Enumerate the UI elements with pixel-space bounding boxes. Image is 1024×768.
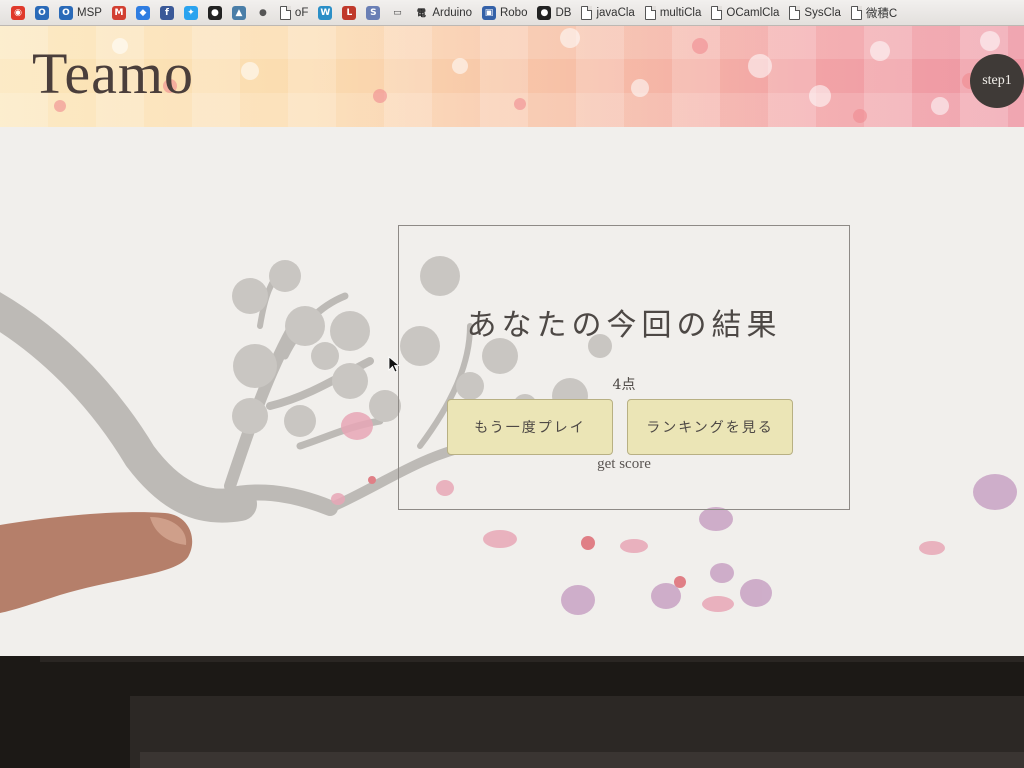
gmail-icon: M	[111, 5, 126, 20]
bookmark-item[interactable]: 電 Arduino	[409, 2, 477, 24]
bookmark-label: DB	[555, 6, 572, 19]
facebook-icon: f	[159, 5, 174, 20]
bookmark-item[interactable]: ▲	[227, 2, 251, 24]
twitter-icon: ✦	[183, 5, 198, 20]
dropbox-icon: ◆	[135, 5, 150, 20]
step-badge[interactable]: step1	[970, 54, 1024, 108]
bookmark-item[interactable]: ▣ Robo	[477, 2, 533, 24]
github-icon: ●	[537, 5, 552, 20]
document-icon	[581, 5, 593, 20]
bookmark-item[interactable]: L	[337, 2, 361, 24]
play-again-button[interactable]: もう一度プレイ	[447, 399, 613, 455]
bookmark-icon: ▲	[231, 5, 246, 20]
outlook-icon: O	[59, 5, 73, 20]
document-icon	[789, 5, 801, 20]
outlook-icon: O	[35, 5, 49, 20]
bookmark-item[interactable]: oF	[275, 2, 313, 24]
tv-icon: ▭	[393, 7, 402, 18]
bookmark-label: javaCla	[596, 6, 635, 19]
bookmark-item[interactable]: O	[30, 2, 54, 24]
document-icon	[711, 5, 723, 20]
bookmark-label: OCamlCla	[726, 6, 780, 19]
bookmark-item[interactable]: ▭	[385, 2, 409, 24]
w-icon: W	[318, 5, 333, 20]
bookmark-item[interactable]: OCamlCla	[706, 2, 784, 24]
score-value: 4点	[612, 377, 636, 393]
bookmark-item[interactable]: ● DB	[532, 2, 576, 24]
bookmark-label: Arduino	[432, 6, 472, 19]
bookmarks-bar: ◉ O O MSP M ◆ f ✦ ● ▲ ● oF W L S ▭ 電 Arduino ▣ Robo ● DB javaC…	[0, 0, 1024, 26]
bookmark-label: multiCla	[659, 6, 702, 19]
bookmark-label: 微積C	[865, 7, 898, 20]
bookmark-label: oF	[294, 6, 309, 19]
document-icon	[644, 5, 656, 20]
kanji-icon: 電	[416, 9, 426, 19]
pointing-finger	[0, 512, 193, 613]
bookmark-item[interactable]: S	[361, 2, 385, 24]
windows-icon: ▣	[481, 5, 496, 20]
view-ranking-button[interactable]: ランキングを見る	[627, 399, 793, 455]
document-icon	[279, 5, 291, 20]
bookmark-label: SysCla	[804, 6, 841, 19]
apple-icon: ●	[258, 7, 267, 18]
lr-icon: L	[342, 5, 357, 20]
bookmark-item[interactable]: ✦	[179, 2, 203, 24]
bookmark-item[interactable]: 微積C	[846, 2, 902, 24]
bookmark-item[interactable]: SysCla	[784, 2, 845, 24]
mouse-cursor-icon	[388, 356, 400, 373]
bookmark-item[interactable]: ◉	[6, 2, 30, 24]
bookmark-item[interactable]: ◆	[131, 2, 155, 24]
script-icon: S	[366, 5, 381, 20]
laptop-bezel	[0, 656, 1024, 768]
bookmark-label: MSP	[77, 6, 102, 19]
bookmark-item[interactable]: ●	[251, 2, 275, 24]
bookmark-label: Robo	[499, 6, 528, 19]
red-circle-icon: ◉	[11, 5, 25, 20]
bookmark-item[interactable]: f	[155, 2, 179, 24]
bookmark-item[interactable]: W	[313, 2, 337, 24]
bookmark-item[interactable]: M	[107, 2, 131, 24]
bookmark-item[interactable]: multiCla	[640, 2, 707, 24]
site-header: Teamo step1	[0, 26, 1024, 127]
site-title[interactable]: Teamo	[32, 40, 194, 107]
result-panel: あなたの今回の結果 4点 もう一度プレイ ランキングを見る get score	[398, 225, 850, 510]
bookmark-item[interactable]: javaCla	[576, 2, 639, 24]
score-caption: get score	[597, 456, 651, 472]
result-title: あなたの今回の結果	[466, 308, 782, 343]
bookmark-item[interactable]: O MSP	[54, 2, 107, 24]
github-icon: ●	[207, 5, 222, 20]
document-icon	[850, 5, 862, 20]
bookmark-item[interactable]: ●	[203, 2, 227, 24]
